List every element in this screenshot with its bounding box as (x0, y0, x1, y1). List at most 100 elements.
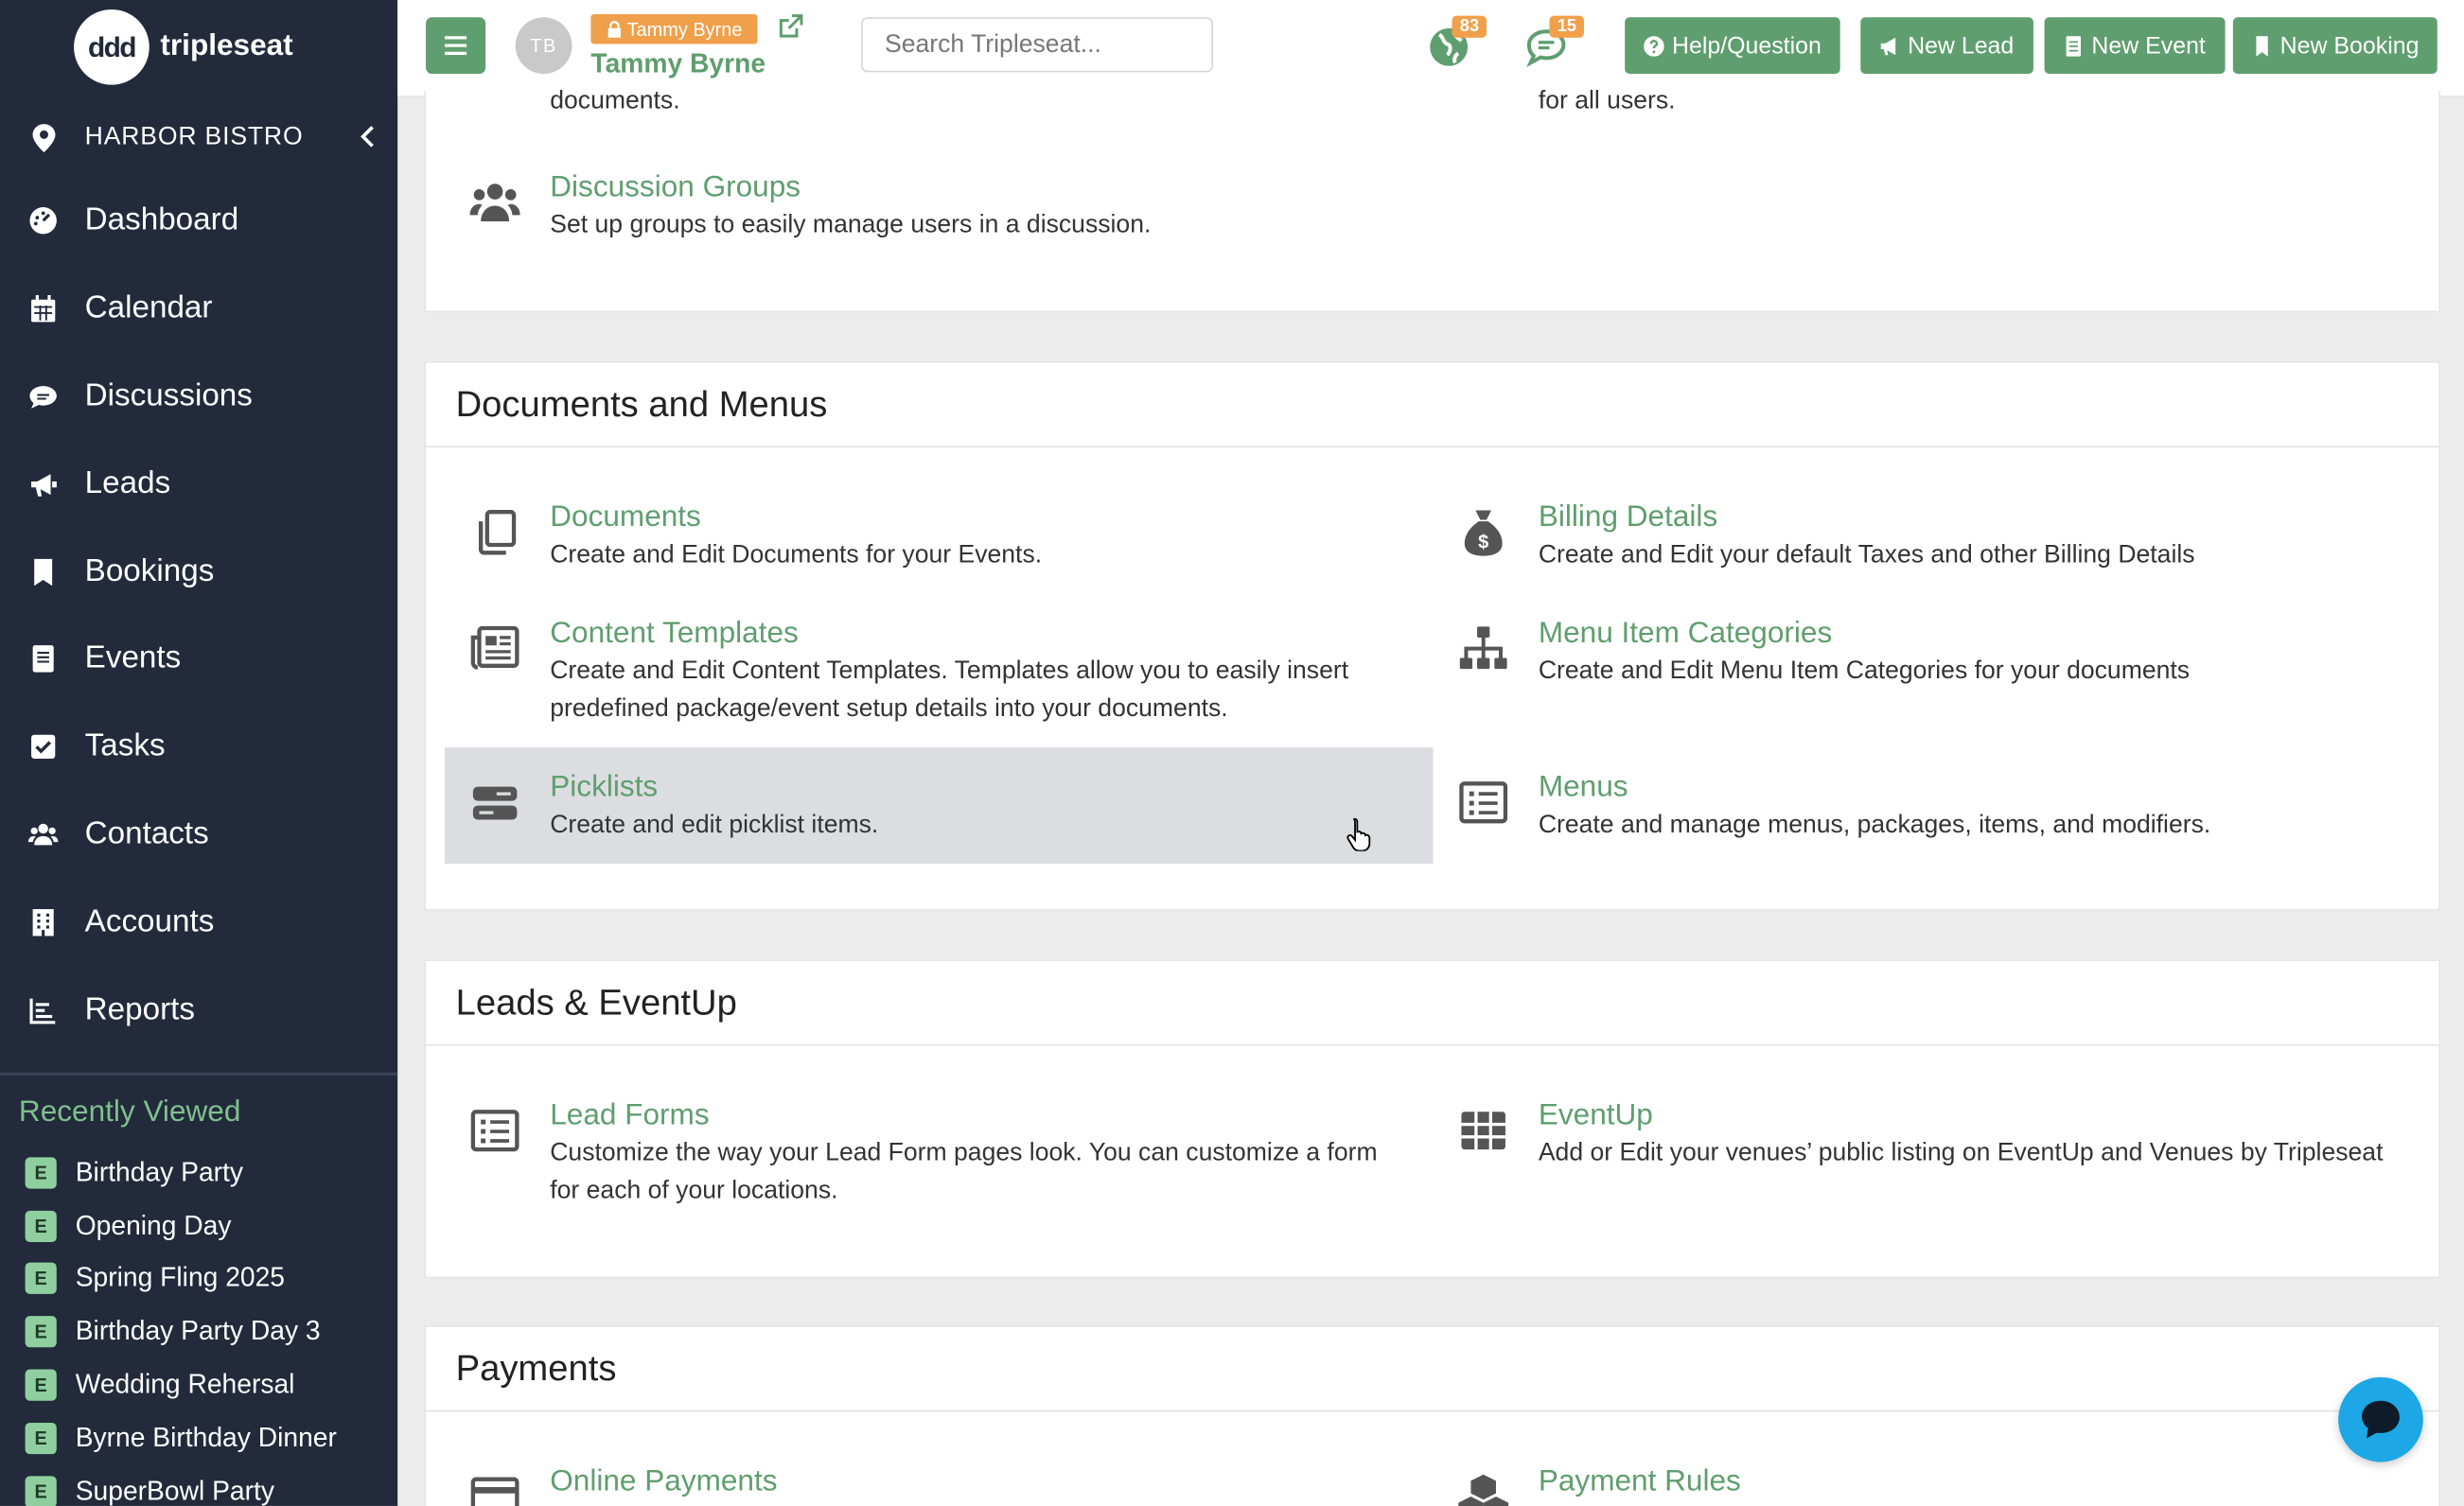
sidebar-item-dashboard[interactable]: Dashboard (0, 178, 397, 266)
settings-item-payment-rules[interactable]: Payment Rules (1434, 1465, 2420, 1506)
settings-item-lead-forms[interactable]: Lead Forms Customize the way your Lead F… (445, 1099, 1432, 1218)
settings-item-title[interactable]: Billing Details (1539, 501, 1717, 536)
sidebar-item-label: Contacts (84, 816, 209, 851)
server-icon (472, 786, 518, 820)
recent-item[interactable]: E Birthday Party Day 3 (25, 1305, 398, 1358)
recently-viewed-title: Recently Viewed (18, 1095, 241, 1130)
location-name: HARBOR BISTRO (84, 124, 304, 151)
new-lead-button[interactable]: New Lead (1860, 17, 2033, 75)
payments-card: Payments Online Payments Payment Rules (424, 1325, 2441, 1506)
settings-item-description: Customize the way your Lead Form pages l… (550, 1140, 1378, 1205)
documents-menus-card: Documents and Menus Documents Create and… (424, 360, 2441, 911)
settings-item-eventup[interactable]: EventUp Add or Edit your venues’ public … (1434, 1099, 2420, 1218)
external-link-icon[interactable] (778, 14, 803, 40)
recent-item[interactable]: E Wedding Rehersal (25, 1358, 398, 1411)
sidebar-item-accounts[interactable]: Accounts (0, 879, 397, 967)
bookmark-icon (2256, 35, 2268, 56)
settings-item-title[interactable]: Content Templates (550, 617, 799, 652)
sidebar-item-label: Events (84, 640, 182, 676)
settings-item-description: Create and Edit your default Taxes and o… (1538, 541, 2195, 569)
list-icon (1459, 781, 1508, 824)
svg-text:$: $ (1478, 532, 1488, 552)
logo-text: tripleseat (160, 29, 293, 63)
settings-item-title[interactable]: EventUp (1539, 1099, 1653, 1134)
settings-item-documents[interactable]: Documents Create and Edit Documents for … (445, 501, 1432, 583)
settings-item-title[interactable]: Online Payments (550, 1465, 777, 1500)
sidebar-item-contacts[interactable]: Contacts (0, 791, 397, 879)
sidebar-item-bookings[interactable]: Bookings (0, 528, 397, 616)
settings-item-title[interactable]: Payment Rules (1539, 1465, 1741, 1500)
settings-item-title[interactable]: Picklists (550, 771, 658, 806)
cut-description-left: documents. (550, 87, 680, 115)
avatar[interactable]: TB (515, 17, 572, 75)
new-booking-button[interactable]: New Booking (2232, 17, 2438, 75)
users-icon (27, 823, 59, 846)
settings-item-title[interactable]: Documents (550, 501, 701, 536)
settings-item-description: Set up groups to easily manage users in … (550, 212, 1152, 239)
recent-item[interactable]: E SuperBowl Party (25, 1464, 398, 1506)
settings-item-menu-item-categories[interactable]: Menu Item Categories Create and Edit Men… (1434, 617, 2420, 698)
logo[interactable]: ddd tripleseat (74, 9, 293, 85)
sidebar-item-discussions[interactable]: Discussions (0, 353, 397, 441)
help-question-button[interactable]: Help/Question (1625, 17, 1840, 75)
general-settings-card: documents. for all users. Discussion Gro… (424, 87, 2441, 313)
leads-eventup-card: Leads & EventUp Lead Forms Customize the… (424, 959, 2441, 1279)
sidebar-item-label: Tasks (84, 728, 166, 764)
recent-item[interactable]: E Opening Day (25, 1200, 398, 1252)
top-bar: TB Tammy Byrne Tammy Byrne 83 15 Help/Qu… (397, 0, 2464, 97)
sidebar-item-label: Calendar (84, 290, 213, 325)
building-icon (32, 908, 54, 937)
event-badge: E (25, 1210, 57, 1242)
sidebar-divider (0, 1072, 398, 1077)
sitemap-icon (1459, 626, 1507, 670)
sidebar-item-tasks[interactable]: Tasks (0, 703, 397, 791)
settings-item-picklists-inner: Picklists Create and edit picklist items… (445, 771, 1434, 852)
sidebar-item-label: Reports (84, 991, 195, 1026)
settings-item-title[interactable]: Lead Forms (550, 1099, 709, 1134)
sidebar-item-calendar[interactable]: Calendar (0, 265, 397, 353)
chat-widget-button[interactable] (2338, 1376, 2423, 1462)
event-badge: E (25, 1422, 57, 1454)
user-name[interactable]: Tammy Byrne (590, 48, 766, 79)
chat-bubble-icon (2362, 1400, 2400, 1439)
sidebar-nav: Dashboard Calendar Discussions Leads Boo… (0, 178, 397, 1054)
settings-item-billing-details[interactable]: $ Billing Details Create and Edit your d… (1434, 501, 2420, 583)
help-question-label: Help/Question (1671, 32, 1822, 60)
settings-item-description: Create and edit picklist items. (550, 812, 879, 839)
settings-item-picklists[interactable]: Picklists Create and edit picklist items… (444, 747, 1434, 864)
money-bag-icon: $ (1464, 510, 1503, 556)
logo-mark: ddd (74, 9, 150, 85)
sidebar: ddd tripleseat HARBOR BISTRO Dashboard C… (0, 0, 398, 1506)
sidebar-item-reports[interactable]: Reports (0, 966, 397, 1054)
user-tag[interactable]: Tammy Byrne (590, 13, 759, 44)
check-square-icon (31, 734, 56, 760)
calendar-icon (31, 295, 56, 323)
sidebar-item-leads[interactable]: Leads (0, 440, 397, 528)
settings-item-content-templates[interactable]: Content Templates Create and Edit Conten… (445, 617, 1432, 736)
settings-item-menus[interactable]: Menus Create and manage menus, packages,… (1434, 771, 2420, 852)
settings-item-discussion-groups[interactable]: Discussion Groups Set up groups to easil… (445, 171, 1432, 253)
recent-item[interactable]: E Spring Fling 2025 (25, 1252, 398, 1305)
settings-item-online-payments[interactable]: Online Payments (445, 1465, 1432, 1506)
recent-item[interactable]: E Birthday Party (25, 1147, 398, 1200)
section-title: Documents and Menus (426, 362, 2439, 448)
section-title: Payments (426, 1327, 2439, 1412)
location-switcher[interactable]: HARBOR BISTRO (0, 110, 397, 166)
settings-item-title[interactable]: Discussion Groups (550, 171, 801, 206)
megaphone-icon (1880, 36, 1896, 55)
bar-chart-icon (29, 997, 56, 1024)
chevron-left-icon[interactable] (357, 122, 378, 150)
search-input[interactable] (861, 17, 1214, 73)
sidebar-item-events[interactable]: Events (0, 616, 397, 704)
messages-button[interactable]: 15 (1524, 15, 1585, 73)
event-icon (32, 645, 54, 674)
app-window: ddd tripleseat HARBOR BISTRO Dashboard C… (0, 0, 2464, 1506)
recent-item[interactable]: E Byrne Birthday Dinner (25, 1411, 398, 1464)
new-event-button[interactable]: New Event (2044, 17, 2225, 75)
recent-item-label: Spring Fling 2025 (75, 1263, 286, 1293)
settings-item-title[interactable]: Menu Item Categories (1539, 617, 1832, 652)
menu-toggle-button[interactable] (426, 17, 486, 75)
notifications-button[interactable]: 83 (1427, 15, 1487, 73)
settings-item-title[interactable]: Menus (1539, 771, 1628, 806)
recent-item-label: Byrne Birthday Dinner (75, 1422, 337, 1453)
